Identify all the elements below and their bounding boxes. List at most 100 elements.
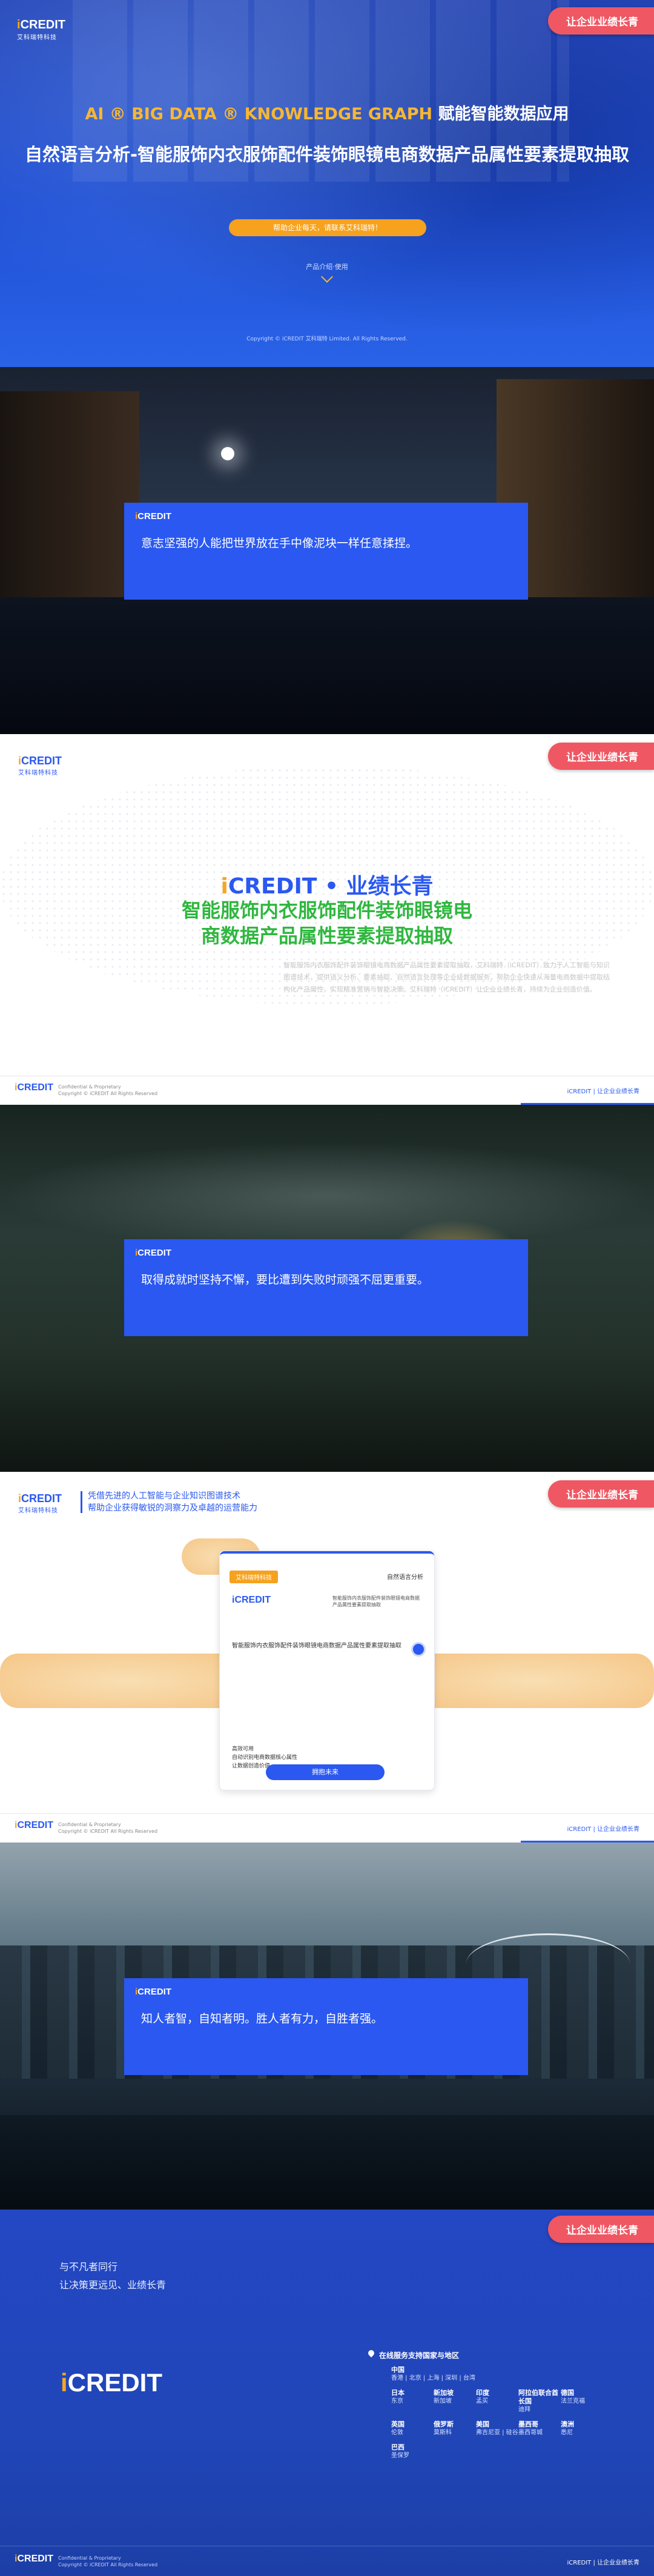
footer-legal: Confidential & Proprietary Copyright © i… (58, 1084, 157, 1097)
closing-slogan: 与不凡者同行 让决策更远见、业绩长青 (59, 2258, 166, 2294)
fingerprint-icon[interactable] (411, 1642, 426, 1657)
slogan-pill[interactable]: 让企业业绩长青 (548, 1480, 654, 1508)
logo-subtitle: 艾科瑞特科技 (17, 35, 57, 41)
quote-logo: iCREDIT (135, 511, 171, 521)
region-cities: 迪拜 (518, 2406, 530, 2413)
product-title: 智能服饰内衣服饰配件装饰眼镜电 商数据产品属性要素提取抽取 (0, 898, 654, 949)
footer-legal-line2: Copyright © iCREDIT All Rights Reserved (58, 2562, 158, 2568)
region-name: 英国 (391, 2420, 405, 2428)
footer-slogan: iCREDIT | 让企业业绩长青 (567, 2560, 639, 2566)
region-cities: 圣保罗 (391, 2452, 409, 2459)
hero-tagline: 赋能智能数据应用 (438, 105, 569, 124)
quote-text: 意志坚强的人能把世界放在手中像泥块一样任意揉捏。 (141, 537, 418, 550)
large-logo[interactable]: iCREDIT (61, 2368, 162, 2397)
logo-i: i (61, 2368, 68, 2397)
region-cities: 法兰克福 (561, 2398, 585, 2405)
location-pin-icon (366, 2348, 376, 2358)
closing-slogan-line2: 让决策更远见、业绩长青 (59, 2279, 167, 2291)
cloud-decoration (0, 1654, 254, 1708)
footer-legal-line1: Confidential & Proprietary (58, 1084, 121, 1090)
tagline-line2: 帮助企业获得敏锐的洞察力及卓越的运营能力 (88, 1503, 257, 1513)
scroll-hint[interactable]: 产品介绍·使用 (0, 262, 654, 271)
harbor-image (0, 2115, 654, 2210)
tagline-line1: 凭借先进的人工智能与企业知识图谱技术 (88, 1491, 240, 1501)
footer-logo[interactable]: iCREDIT (15, 1082, 53, 1093)
quote-box: iCREDIT 取得成就时坚持不懈，要比遭到失败时顽强不屈更重要。 (124, 1239, 528, 1336)
logo-subtitle: 艾科瑞特科技 (18, 1508, 58, 1514)
product-card: 艾科瑞特科技 自然语言分析 iCREDIT 智能服饰内衣服饰配件装饰眼镜电商数据… (219, 1551, 435, 1790)
logo-subtitle: 艾科瑞特科技 (18, 770, 58, 776)
night-photo-section: iCREDIT 意志坚强的人能把世界放在手中像泥块一样任意揉捏。 (0, 367, 654, 734)
footer-slogan: iCREDIT | 让企业业绩长青 (567, 1088, 639, 1095)
region-name: 巴西 (391, 2443, 405, 2451)
region-cities: 伦敦 (391, 2429, 403, 2436)
region-name: 印度 (476, 2389, 489, 2397)
card-logo: iCREDIT (232, 1595, 271, 1605)
product-section: iCREDIT 艾科瑞特科技 凭借先进的人工智能与企业知识图谱技术 帮助企业获得… (0, 1472, 654, 1843)
mist-image (0, 1141, 654, 1250)
water-reflection-image (0, 597, 654, 734)
header-logo[interactable]: iCREDIT 艾科瑞特科技 (17, 18, 65, 41)
slogan-pill[interactable]: 让企业业绩长青 (548, 743, 654, 770)
region-cities: 东京 (391, 2398, 403, 2405)
region-item: 中国 香港 | 北京 | 上海 | 深圳 | 台湾 (391, 2366, 603, 2383)
region-item: 美国 弗吉尼亚 | 硅谷 (476, 2420, 518, 2437)
region-name: 德国 (561, 2389, 574, 2397)
logo-text: CREDIT (137, 1987, 172, 1997)
card-feature-item: 自动识别电商数据核心属性 (232, 1755, 298, 1761)
logo-text: CREDIT (137, 1248, 172, 1258)
footer-logo[interactable]: iCREDIT (15, 1820, 53, 1831)
region-item: 德国 法兰克福 (561, 2389, 603, 2414)
brand-headline: iCREDIT • 业绩长青 (0, 869, 654, 900)
hero-tech-keywords: AI ® BIG DATA ® KNOWLEDGE GRAPH (85, 105, 433, 124)
quote-logo: iCREDIT (135, 1248, 171, 1258)
section-footer: iCREDIT Confidential & Proprietary Copyr… (0, 1076, 654, 1105)
product-title-line2: 商数据产品属性要素提取抽取 (200, 924, 453, 947)
region-name: 俄罗斯 (434, 2420, 454, 2428)
region-cities: 悉尼 (561, 2429, 573, 2436)
footer-legal-line2: Copyright © iCREDIT All Rights Reserved (58, 1091, 158, 1096)
card-feature-item: 高效可用 (232, 1746, 254, 1752)
region-cities: 弗吉尼亚 | 硅谷 (476, 2429, 518, 2436)
region-item: 新加坡 新加坡 (434, 2389, 476, 2414)
quote-logo: iCREDIT (135, 1987, 171, 1997)
region-name: 美国 (476, 2420, 489, 2428)
valley-photo-section: iCREDIT 取得成就时坚持不懈，要比遭到失败时顽强不屈更重要。 (0, 1105, 654, 1472)
card-tab[interactable]: 艾科瑞特科技 (230, 1571, 278, 1583)
region-name: 新加坡 (434, 2389, 454, 2397)
city-photo-section: iCREDIT 知人者智，自知者明。胜人者有力，自胜者强。 (0, 1843, 654, 2210)
card-main-text: 智能服饰内衣服饰配件装饰眼镜电商数据产品属性要素提取抽取 (232, 1643, 401, 1649)
quote-box: iCREDIT 知人者智，自知者明。胜人者有力，自胜者强。 (124, 1978, 528, 2075)
quote-box: iCREDIT 意志坚强的人能把世界放在手中像泥块一样任意揉捏。 (124, 503, 528, 600)
logo-text: CREDIT (137, 511, 172, 521)
hero-section: iCREDIT 艾科瑞特科技 让企业业绩长青 AI ® BIG DATA ® K… (0, 0, 654, 367)
region-item: 阿拉伯联合酋长国 迪拜 (518, 2389, 561, 2414)
quote-text: 知人者智，自知者明。胜人者有力，自胜者强。 (141, 2012, 383, 2025)
logo-text: CREDIT (21, 755, 62, 767)
section-footer: iCREDIT Confidential & Proprietary Copyr… (0, 1813, 654, 1843)
region-name: 澳洲 (561, 2420, 574, 2428)
region-item: 墨西哥 墨西哥城 (518, 2420, 561, 2437)
footer-logo[interactable]: iCREDIT (15, 2554, 53, 2564)
logo-text: CREDIT (17, 2554, 54, 2564)
region-cities: 新加坡 (434, 2398, 452, 2405)
page: iCREDIT 艾科瑞特科技 让企业业绩长青 AI ® BIG DATA ® K… (0, 0, 654, 2576)
section-logo[interactable]: iCREDIT 艾科瑞特科技 (18, 1492, 62, 1514)
section-logo[interactable]: iCREDIT 艾科瑞特科技 (18, 755, 62, 776)
footer-legal: Confidential & Proprietary Copyright © i… (58, 2555, 157, 2568)
embrace-future-button[interactable]: 拥抱未来 (266, 1764, 385, 1780)
cloud-decoration (412, 1654, 654, 1708)
slogan-pill[interactable]: 让企业业绩长青 (548, 2216, 654, 2243)
slogan-pill[interactable]: 让企业业绩长青 (548, 7, 654, 35)
contact-cta-button[interactable]: 帮助企业每天，请联系艾科瑞特！ (229, 219, 426, 236)
brand-headline-text: CREDIT • 业绩长青 (228, 874, 434, 899)
region-item: 巴西 圣保罗 (391, 2443, 434, 2460)
footer-slogan: iCREDIT | 让企业业绩长青 (567, 1826, 639, 1833)
region-cities: 莫斯科 (434, 2429, 452, 2436)
region-cities: 孟买 (476, 2398, 488, 2405)
card-top-bar (220, 1551, 434, 1560)
hero-title: 自然语言分析-智能服饰内衣服饰配件装饰眼镜电商数据产品属性要素提取抽取 (24, 144, 630, 165)
hero-copyright: Copyright © iCREDIT 艾科瑞特 Limited. All Ri… (246, 336, 408, 342)
brand-headline-i: i (220, 874, 228, 899)
footer-legal-line2: Copyright © iCREDIT All Rights Reserved (58, 1829, 158, 1834)
